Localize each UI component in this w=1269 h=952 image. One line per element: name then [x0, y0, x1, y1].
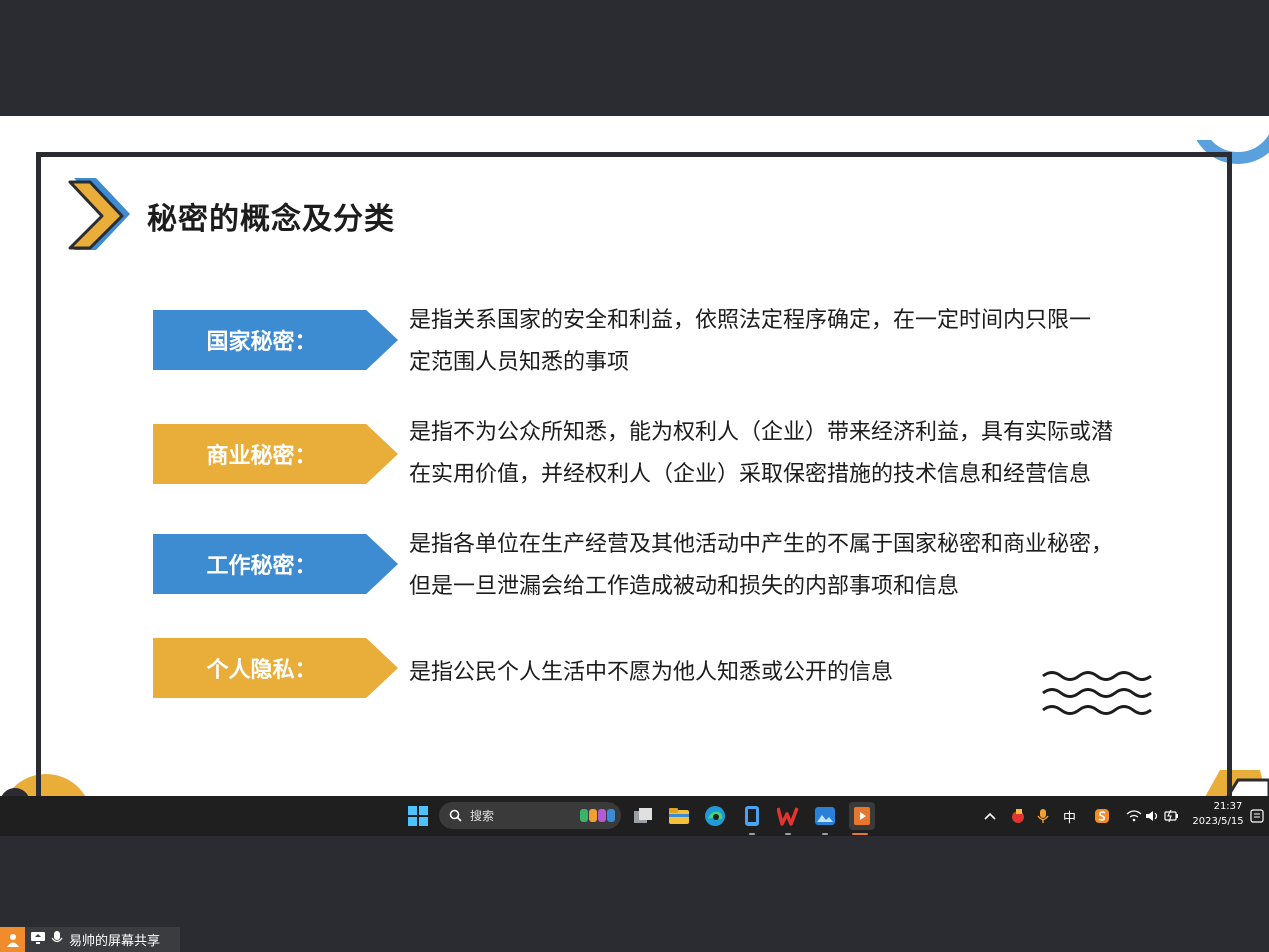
notification-icon[interactable] [1245, 804, 1269, 828]
label-commercial-secret: 商业秘密： [153, 424, 398, 484]
text-commercial-secret: 是指不为公众所知悉，能为权利人（企业）带来经济利益，具有实际或潜 在实用价值，并… [409, 412, 1199, 496]
edge-icon[interactable] [703, 804, 727, 828]
top-dark-bar [0, 0, 1269, 116]
text-line: 在实用价值，并经权利人（企业）采取保密措施的技术信息和经营信息 [409, 462, 1092, 487]
microphone-icon [51, 930, 63, 949]
text-line: 是指关系国家的安全和利益，依照法定程序确定，在一定时间内只限一 [409, 308, 1092, 333]
phone-link-icon[interactable] [740, 804, 764, 828]
decorative-ring-gap [1188, 116, 1222, 140]
running-indicator [749, 833, 755, 835]
running-indicator-active [852, 833, 868, 835]
search-icon [449, 809, 462, 822]
screen-share-badge[interactable]: 易帅的屏幕共享 [0, 927, 180, 952]
presentation-slide: 秘密的概念及分类 国家秘密： 是指关系国家的安全和利益，依照法定程序确定，在一定… [0, 116, 1269, 796]
task-view-icon[interactable] [631, 804, 655, 828]
running-indicator [822, 833, 828, 835]
text-line: 但是一旦泄漏会给工作造成被动和损失的内部事项和信息 [409, 574, 960, 599]
wavy-lines-decoration [1042, 671, 1152, 715]
chevron-up-icon[interactable] [978, 804, 1002, 828]
presentation-icon[interactable] [849, 802, 875, 830]
windows-start-icon[interactable] [406, 804, 430, 828]
ime-indicator[interactable]: 中 [1063, 807, 1076, 826]
text-line: 定范围人员知悉的事项 [409, 350, 630, 375]
sogou-input-icon[interactable] [1090, 804, 1114, 828]
share-badge-label: 易帅的屏幕共享 [69, 934, 161, 949]
running-indicator [785, 833, 791, 835]
bottom-dark-bar [0, 836, 1269, 952]
text-line: 是指不为公众所知悉，能为权利人（企业）带来经济利益，具有实际或潜 [409, 420, 1114, 445]
label-work-secret: 工作秘密： [153, 534, 398, 594]
microphone-icon[interactable] [1031, 804, 1055, 828]
person-icon [0, 927, 25, 952]
label-personal-privacy: 个人隐私： [153, 638, 398, 698]
search-highlight-icon [580, 809, 615, 822]
screen-share-icon [30, 931, 46, 949]
clock-date[interactable]: 2023/5/15 [1191, 816, 1245, 827]
taskbar-search-box[interactable]: 搜索 [439, 802, 621, 829]
wps-icon[interactable] [776, 804, 800, 828]
text-national-secret: 是指关系国家的安全和利益，依照法定程序确定，在一定时间内只限一 定范围人员知悉的… [409, 300, 1199, 384]
label-national-secret: 国家秘密： [153, 310, 398, 370]
text-line: 是指各单位在生产经营及其他活动中产生的不属于国家秘密和商业秘密， [409, 532, 1114, 557]
battery-icon[interactable] [1160, 804, 1184, 828]
search-input: 搜索 [470, 809, 495, 823]
photos-icon[interactable] [813, 804, 837, 828]
slide-title: 秘密的概念及分类 [147, 202, 395, 237]
text-work-secret: 是指各单位在生产经营及其他活动中产生的不属于国家秘密和商业秘密， 但是一旦泄漏会… [409, 524, 1199, 608]
chevron-right-icon [68, 178, 130, 250]
tray-app-icon[interactable] [1006, 804, 1030, 828]
screen: 秘密的概念及分类 国家秘密： 是指关系国家的安全和利益，依照法定程序确定，在一定… [0, 0, 1269, 952]
windows-taskbar: 搜索 中 21:37 2023/5/15 [0, 796, 1269, 836]
file-explorer-icon[interactable] [667, 804, 691, 828]
